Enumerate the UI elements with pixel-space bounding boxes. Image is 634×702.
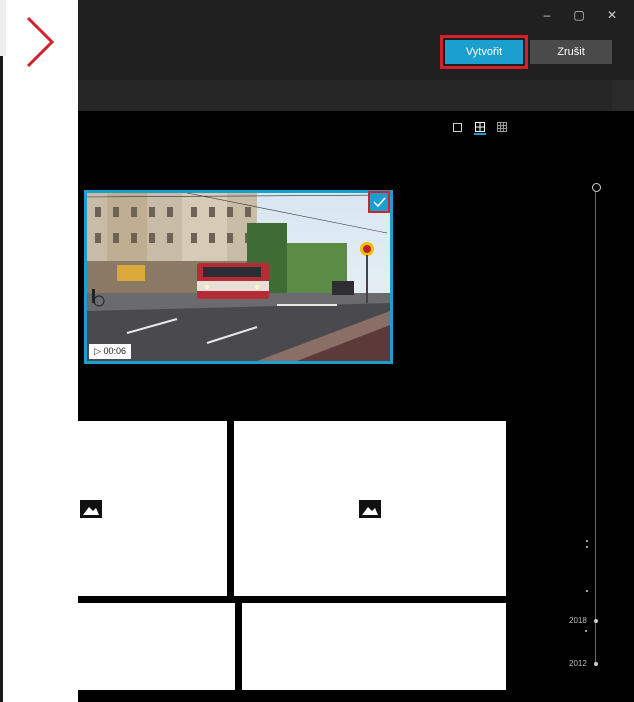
timeline-marker [586, 590, 588, 592]
timeline-marker [586, 546, 588, 548]
sub-toolbar [78, 80, 612, 111]
photos-app-window: – ▢ ✕ Vytvořit Zrušit ▷ 00:06 2018 2012 [78, 0, 634, 702]
chevron-right-icon[interactable] [18, 14, 58, 70]
image-placeholder-icon [359, 500, 381, 518]
timeline-handle[interactable] [592, 183, 601, 192]
medium-grid-icon[interactable] [474, 121, 486, 135]
small-grid-icon[interactable] [496, 121, 508, 135]
tram-street-image [87, 193, 390, 361]
timeline-year-dot [594, 619, 598, 623]
restore-button[interactable]: ▢ [566, 4, 592, 26]
cancel-button[interactable]: Zrušit [530, 40, 612, 64]
play-icon: ▷ [94, 346, 101, 356]
close-button[interactable]: ✕ [599, 4, 625, 26]
minimize-button[interactable]: – [534, 4, 560, 26]
timeline-year-label[interactable]: 2018 [569, 616, 587, 625]
video-duration: 00:06 [103, 346, 126, 356]
photo-thumbnail[interactable] [234, 421, 506, 596]
side-panel-edge [0, 56, 3, 702]
create-button[interactable]: Vytvořit [445, 40, 523, 64]
timeline-year-dot [594, 662, 598, 666]
timeline-marker [586, 540, 588, 542]
side-panel-strip [0, 0, 6, 56]
timeline-track[interactable] [595, 192, 596, 662]
video-duration-badge: ▷ 00:06 [89, 344, 131, 359]
photo-thumbnail[interactable] [78, 603, 235, 690]
side-panel [0, 0, 78, 702]
single-view-icon[interactable] [452, 121, 464, 135]
photo-thumbnail[interactable] [242, 603, 506, 690]
selection-checkbox[interactable] [368, 191, 390, 213]
timeline-marker [585, 630, 587, 632]
sub-toolbar-edge [612, 80, 634, 111]
video-thumbnail[interactable]: ▷ 00:06 [84, 190, 393, 364]
checkmark-icon [373, 197, 386, 208]
timeline-year-label[interactable]: 2012 [569, 659, 587, 668]
title-bar: – ▢ ✕ [78, 0, 634, 32]
photo-thumbnail[interactable] [78, 421, 227, 596]
image-placeholder-icon [80, 500, 102, 518]
